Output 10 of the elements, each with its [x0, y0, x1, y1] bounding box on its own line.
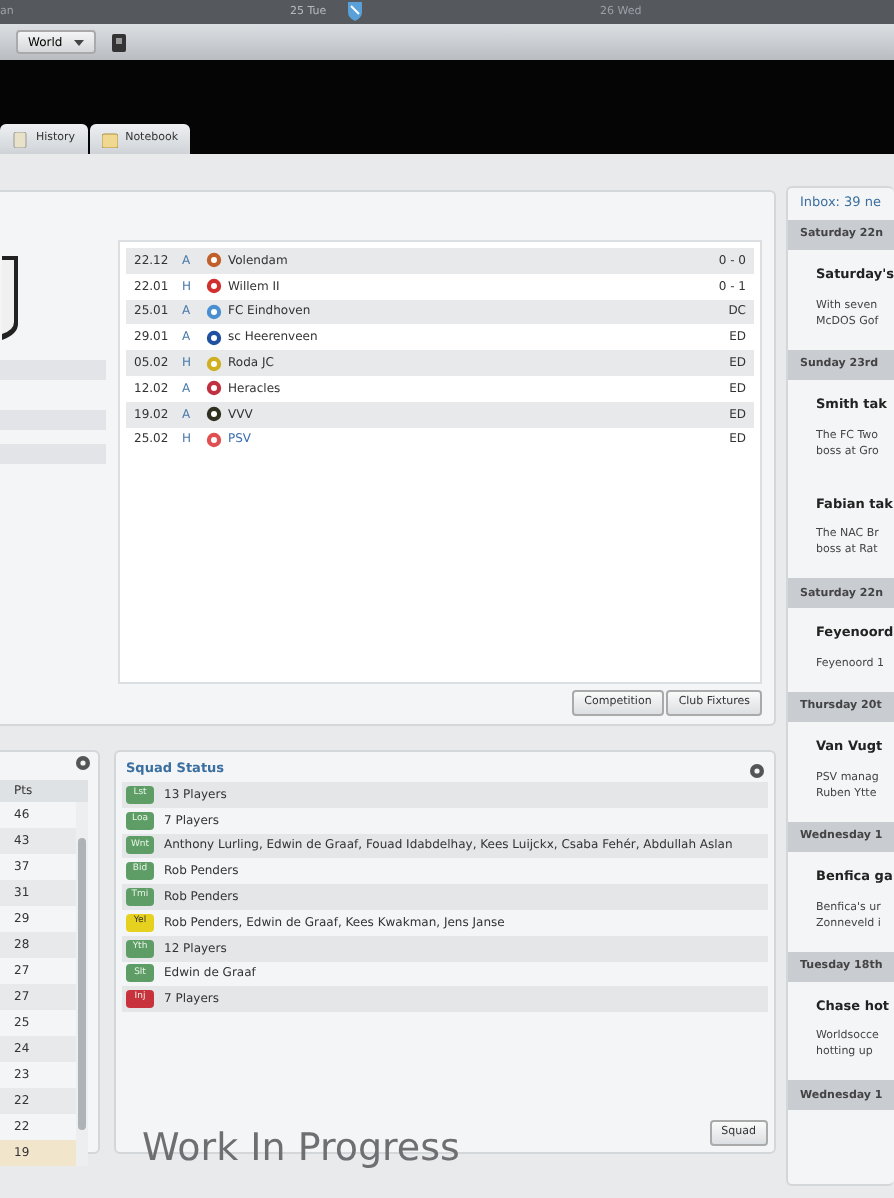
- shield-icon: [344, 0, 366, 22]
- overlay-caption: Work In Progress: [142, 1124, 460, 1174]
- caret-icon: [74, 39, 85, 45]
- notepad-icon: [101, 131, 118, 147]
- settings-icon[interactable]: [76, 756, 90, 770]
- settings-icon[interactable]: [750, 763, 764, 777]
- scrollbar[interactable]: [76, 802, 88, 1166]
- book-icon: [12, 131, 28, 147]
- scroll-thumb[interactable]: [78, 838, 86, 1130]
- help-icon: [112, 33, 127, 51]
